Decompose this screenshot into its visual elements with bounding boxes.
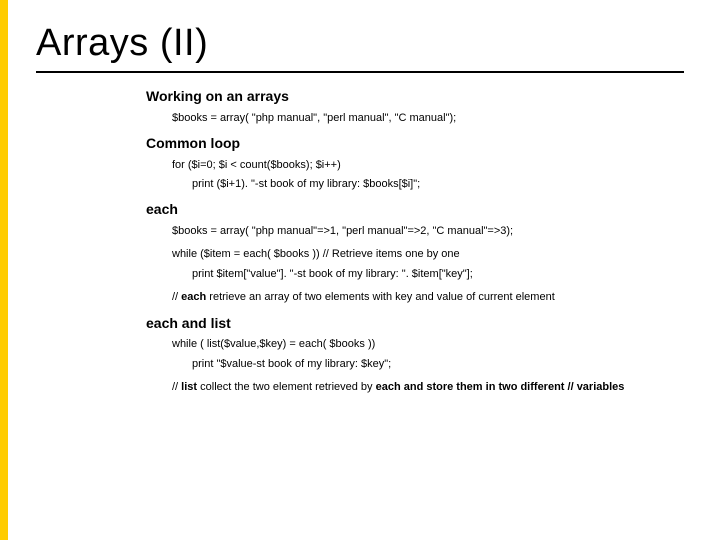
code-each-1: $books = array( "php manual"=>1, "perl m… (172, 224, 684, 239)
heading-eachlist: each and list (146, 314, 684, 334)
code-each-3: print $item["value"]. "-st book of my li… (192, 267, 684, 282)
slide-content: Working on an arrays $books = array( "ph… (146, 87, 684, 395)
note-eachlist-pre: // (172, 381, 181, 393)
slide: Arrays (II) Working on an arrays $books … (0, 0, 720, 540)
slide-title: Arrays (II) (36, 22, 684, 65)
code-loop-2: print ($i+1). "-st book of my library: $… (192, 177, 684, 192)
note-eachlist: // list collect the two element retrieve… (172, 380, 684, 395)
code-working-1: $books = array( "php manual", "perl manu… (172, 111, 684, 126)
title-rule (36, 71, 684, 73)
heading-working: Working on an arrays (146, 87, 684, 107)
note-eachlist-mid: collect the two element retrieved by (197, 381, 376, 393)
heading-each: each (146, 200, 684, 220)
code-loop-1: for ($i=0; $i < count($books); $i++) (172, 158, 684, 173)
note-each-post: retrieve an array of two elements with k… (206, 291, 555, 303)
note-each-bold: each (181, 291, 206, 303)
note-eachlist-bold1: list (181, 381, 197, 393)
heading-loop: Common loop (146, 134, 684, 154)
note-each-pre: // (172, 291, 181, 303)
code-each-2: while ($item = each( $books )) // Retrie… (172, 247, 684, 262)
note-each: // each retrieve an array of two element… (172, 290, 684, 305)
note-eachlist-bold2: each and store them in two different // … (376, 381, 625, 393)
accent-bar (0, 0, 8, 540)
code-eachlist-2: print "$value-st book of my library: $ke… (192, 357, 684, 372)
code-eachlist-1: while ( list($value,$key) = each( $books… (172, 337, 684, 352)
